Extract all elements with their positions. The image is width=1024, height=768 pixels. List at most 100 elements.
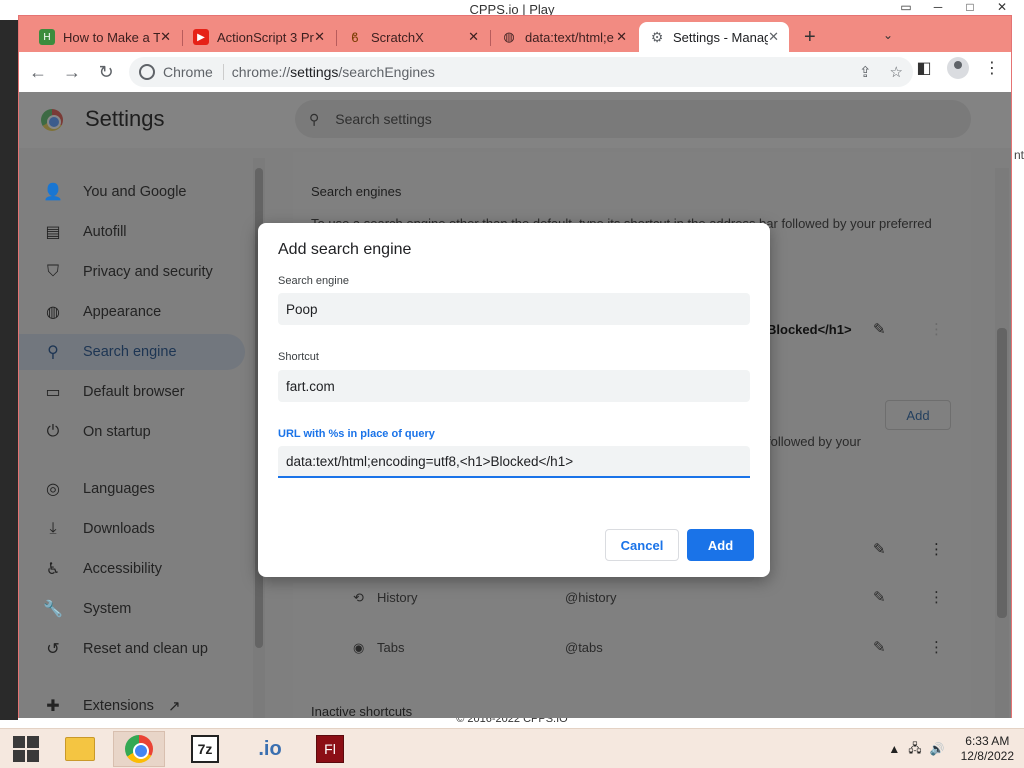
history-icon: ⟲ — [353, 590, 364, 605]
taskbar-io-app[interactable]: .io — [244, 731, 296, 767]
tab-scratchx[interactable]: ϐ ScratchX ✕ — [337, 22, 489, 52]
io-app-icon: .io — [258, 737, 282, 760]
nav-downloads[interactable]: ⤓ Downloads — [19, 511, 245, 547]
cancel-button[interactable]: Cancel — [605, 529, 679, 561]
tab-label: data:text/html;e — [525, 29, 614, 45]
taskbar: 7z .io Fl ▲ 🖧 🔊 6:33 AM 12/8/2022 — [0, 728, 1024, 768]
edit-icon[interactable]: ✎ — [873, 638, 886, 656]
reset-icon: ↺ — [46, 641, 60, 658]
tab-label: ScratchX — [371, 29, 424, 45]
forward-button[interactable]: → — [57, 57, 87, 87]
tabs-icon: ◉ — [353, 640, 365, 655]
profile-avatar[interactable] — [947, 57, 969, 79]
menu-kebab-icon[interactable]: ⋮ — [983, 58, 1001, 78]
search-placeholder: Search settings — [335, 111, 432, 127]
search-icon: ⚲ — [47, 344, 59, 361]
7zip-icon: 7z — [191, 735, 219, 763]
search-engine-field[interactable] — [278, 293, 750, 325]
tab-strip: H How to Make a T ✕ ▶ ActionScript 3 Pr … — [19, 16, 1011, 52]
nav-you-and-google[interactable]: 👤 You and Google — [19, 174, 245, 210]
tab-search-icon[interactable]: ⌄ — [883, 28, 893, 42]
close-tab-icon[interactable]: ✕ — [768, 29, 779, 45]
url-text: chrome://settings/searchEngines — [231, 64, 435, 80]
reload-button[interactable]: ↻ — [91, 57, 121, 87]
share-icon[interactable]: ⇪ — [859, 63, 872, 81]
tab-label: How to Make a T — [63, 29, 161, 45]
url-label: URL with %s in place of query — [278, 428, 435, 440]
new-tab-button[interactable]: + — [804, 26, 816, 49]
nav-extensions[interactable]: ✚ Extensions ↗ — [19, 688, 245, 718]
nav-search-engine[interactable]: ⚲ Search engine — [19, 334, 245, 370]
tray-chevron-icon[interactable]: ▲ — [888, 742, 900, 756]
nav-languages[interactable]: ◎ Languages — [19, 471, 245, 507]
volume-icon[interactable]: 🔊 — [930, 742, 945, 756]
scratchx-icon: ϐ — [351, 29, 359, 45]
clock[interactable]: 6:33 AM 12/8/2022 — [961, 734, 1014, 764]
close-tab-icon[interactable]: ✕ — [160, 29, 171, 45]
download-icon: ⤓ — [49, 520, 57, 537]
address-bar[interactable]: Chrome chrome://settings/searchEngines ⇪… — [129, 57, 913, 87]
more-icon[interactable]: ⋮ — [929, 588, 944, 606]
tab-label: Settings - Manag — [673, 29, 769, 45]
tab-actionscript[interactable]: ▶ ActionScript 3 Pr ✕ — [183, 22, 335, 52]
shortcut-field[interactable] — [278, 370, 750, 402]
shortcut-label: Shortcut — [278, 351, 319, 363]
puzzle-icon: ✚ — [46, 698, 60, 715]
more-icon[interactable]: ⋮ — [929, 540, 944, 558]
close-window-icon[interactable]: ✕ — [986, 0, 1018, 14]
close-tab-icon[interactable]: ✕ — [468, 29, 479, 45]
site-search-desc-fragment: followed by your — [767, 434, 861, 449]
bookmark-star-icon[interactable]: ☆ — [890, 63, 903, 81]
tab-settings[interactable]: ⚙ Settings - Manag ✕ — [639, 22, 789, 52]
system-tray: ▲ 🖧 🔊 6:33 AM 12/8/2022 — [888, 733, 1014, 765]
add-button[interactable]: Add — [687, 529, 754, 561]
taskbar-file-explorer[interactable] — [54, 731, 106, 767]
tab-label: ActionScript 3 Pr — [217, 29, 314, 45]
back-button[interactable]: ← — [23, 57, 53, 87]
taskbar-flash[interactable]: Fl — [304, 731, 356, 767]
clock-date: 12/8/2022 — [960, 749, 1014, 763]
restore-icon[interactable]: ▭ — [890, 0, 922, 14]
edit-icon[interactable]: ✎ — [873, 588, 886, 606]
close-tab-icon[interactable]: ✕ — [616, 29, 627, 45]
accessibility-icon: ♿ — [45, 561, 61, 578]
nav-on-startup[interactable]: ⏻ On startup — [19, 414, 245, 450]
search-engine-label: Search engine — [278, 275, 349, 287]
taskbar-7zip[interactable]: 7z — [179, 731, 231, 767]
minimize-icon[interactable]: ─ — [922, 0, 954, 14]
nav-privacy[interactable]: ⛉ Privacy and security — [19, 254, 245, 290]
maximize-icon[interactable]: □ — [954, 0, 986, 14]
nav-default-browser[interactable]: ▭ Default browser — [19, 374, 245, 410]
nav-appearance[interactable]: ◍ Appearance — [19, 294, 245, 330]
youtube-icon: ▶ — [193, 29, 209, 45]
tab-how-to-make[interactable]: H How to Make a T ✕ — [29, 22, 181, 52]
wrench-icon: 🔧 — [43, 601, 63, 618]
nav-accessibility[interactable]: ♿ Accessibility — [19, 551, 245, 587]
nav-reset[interactable]: ↺ Reset and clean up — [19, 631, 245, 667]
toolbar: ← → ↻ Chrome chrome://settings/searchEng… — [19, 52, 1011, 92]
edit-icon[interactable]: ✎ — [873, 320, 886, 338]
taskbar-chrome[interactable] — [113, 731, 165, 767]
add-site-search-button[interactable]: Add — [885, 400, 951, 430]
search-icon: ⚲ — [309, 110, 320, 127]
tab-data-url[interactable]: ◍ data:text/html;e ✕ — [491, 22, 637, 52]
globe-icon: ◍ — [503, 29, 515, 44]
add-search-engine-dialog: Add search engine Search engine Shortcut… — [258, 223, 770, 577]
edit-icon[interactable]: ✎ — [873, 540, 886, 558]
folder-icon — [65, 737, 95, 761]
page-title: Settings — [85, 106, 165, 131]
list-item: ⟲ History @history ✎ ⋮ — [353, 588, 944, 606]
chrome-logo-icon — [41, 109, 63, 131]
start-button[interactable] — [0, 731, 52, 767]
url-field[interactable] — [278, 446, 750, 478]
inactive-shortcuts-heading: Inactive shortcuts — [311, 704, 413, 718]
close-tab-icon[interactable]: ✕ — [314, 29, 325, 45]
settings-search-input[interactable]: ⚲ Search settings — [295, 100, 971, 138]
more-icon[interactable]: ⋮ — [929, 638, 944, 656]
more-icon[interactable]: ⋮ — [929, 320, 944, 338]
side-panel-icon[interactable]: ◧ — [915, 58, 933, 78]
nav-autofill[interactable]: ▤ Autofill — [19, 214, 245, 250]
network-icon[interactable]: 🖧 — [908, 739, 921, 760]
main-scrollbar[interactable] — [995, 168, 1009, 718]
nav-system[interactable]: 🔧 System — [19, 591, 245, 627]
